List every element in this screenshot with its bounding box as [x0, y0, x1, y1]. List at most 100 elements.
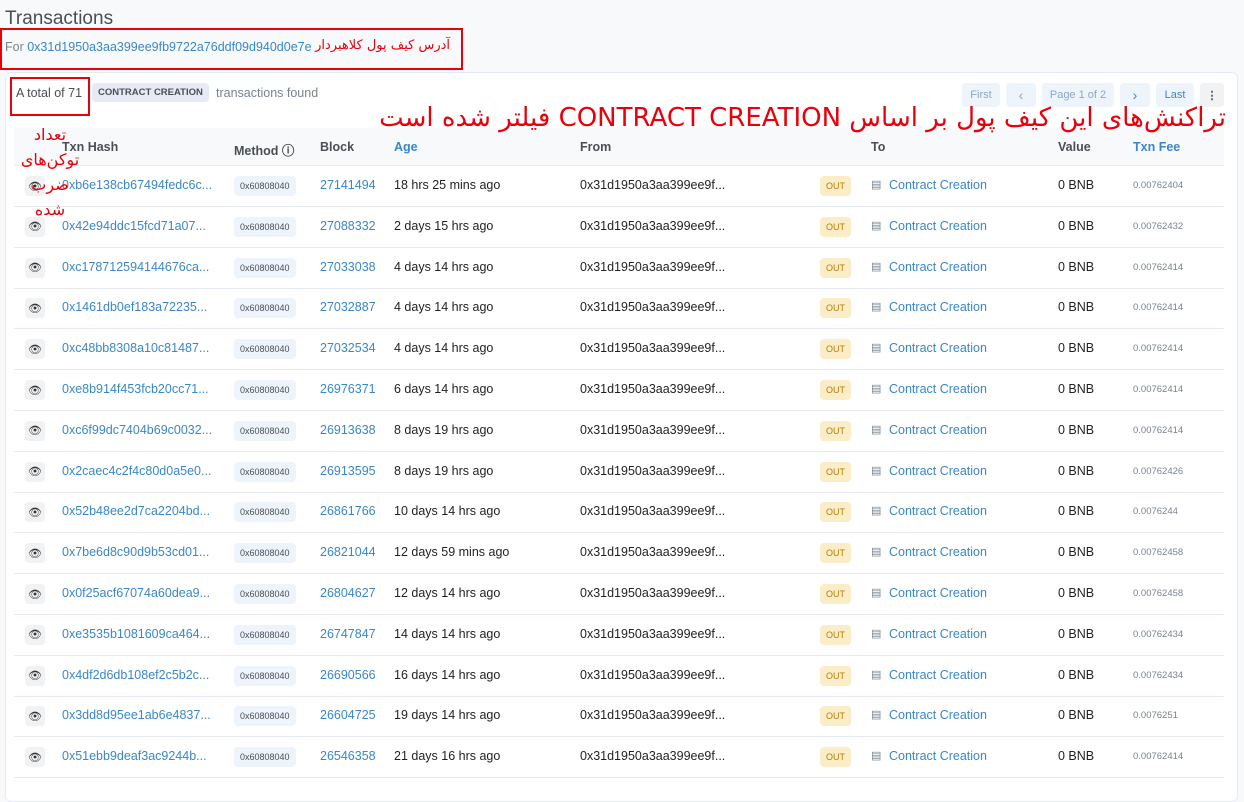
to-link[interactable]: Contract Creation [889, 178, 987, 192]
eye-icon[interactable]: 👁 [25, 665, 45, 686]
direction-badge: OUT [820, 176, 851, 196]
to-link[interactable]: Contract Creation [889, 668, 987, 682]
txn-hash-link[interactable]: 0x4df2d6db108ef2c5b2c... [62, 668, 209, 682]
contract-icon: ▤ [871, 627, 882, 640]
txn-hash-link[interactable]: 0x2caec4c2f4c80d0a5e0... [62, 464, 211, 478]
direction-badge: OUT [820, 502, 851, 523]
to-link[interactable]: Contract Creation [889, 586, 987, 600]
txn-hash-link[interactable]: 0xe3535b1081609ca464... [62, 627, 210, 641]
col-age[interactable]: Age [394, 140, 418, 154]
block-link[interactable]: 26913638 [320, 423, 376, 437]
from-address: 0x31d1950a3aa399ee9f... [580, 626, 726, 641]
block-link[interactable]: 26690566 [320, 668, 376, 682]
contract-icon: ▤ [871, 668, 882, 681]
to-link[interactable]: Contract Creation [889, 749, 987, 763]
txn-fee: 0.00762404 [1133, 180, 1184, 191]
to-link[interactable]: Contract Creation [889, 504, 987, 518]
txn-hash-link[interactable]: 0xc6f99dc7404b69c0032... [62, 423, 212, 437]
block-link[interactable]: 27033038 [320, 260, 376, 274]
table-row: 👁 0x51ebb9deaf3ac9244b... 0x60808040 265… [14, 737, 1224, 779]
eye-icon[interactable]: 👁 [25, 706, 45, 727]
age: 18 hrs 25 mins ago [394, 178, 501, 192]
col-from: From [580, 140, 612, 154]
to-link[interactable]: Contract Creation [889, 708, 987, 722]
txn-hash-link[interactable]: 0x51ebb9deaf3ac9244b... [62, 749, 207, 763]
direction-badge: OUT [820, 216, 851, 237]
direction-badge: OUT [820, 380, 851, 400]
age: 4 days 14 hrs ago [394, 341, 494, 356]
txn-fee: 0.00762414 [1133, 261, 1184, 273]
value: 0 BNB [1058, 626, 1095, 641]
to-link[interactable]: Contract Creation [889, 341, 987, 355]
txn-hash-link[interactable]: 0x0f25acf67074a60dea9... [62, 586, 210, 600]
block-link[interactable]: 26747847 [320, 627, 376, 641]
to-link[interactable]: Contract Creation [889, 627, 987, 641]
age: 8 days 19 hrs ago [394, 422, 494, 437]
to-link[interactable]: Contract Creation [889, 219, 987, 233]
block-link[interactable]: 27032887 [320, 300, 376, 314]
col-txn-fee[interactable]: Txn Fee [1133, 140, 1180, 154]
col-block: Block [320, 140, 355, 154]
eye-icon[interactable]: 👁 [25, 339, 45, 360]
to-link[interactable]: Contract Creation [889, 382, 987, 396]
table-row: 👁 0x42e94ddc15fcd71a07... 0x60808040 270… [14, 207, 1224, 248]
eye-icon[interactable]: 👁 [25, 543, 45, 564]
filter-badge[interactable]: CONTRACT CREATION [92, 83, 209, 102]
txn-fee: 0.00762414 [1133, 343, 1184, 355]
to-link[interactable]: Contract Creation [889, 545, 987, 559]
block-link[interactable]: 27088332 [320, 219, 376, 233]
block-link[interactable]: 26546358 [320, 749, 376, 763]
block-link[interactable]: 27141494 [320, 178, 376, 192]
block-link[interactable]: 26604725 [320, 708, 376, 722]
to-link[interactable]: Contract Creation [889, 423, 987, 437]
txn-fee: 0.00762414 [1133, 424, 1184, 436]
value: 0 BNB [1058, 218, 1095, 233]
contract-icon: ▤ [871, 750, 882, 763]
eye-icon[interactable]: 👁 [25, 584, 45, 604]
txn-hash-link[interactable]: 0xc178712594144676ca... [62, 260, 209, 274]
method-badge: 0x60808040 [234, 624, 296, 645]
eye-icon[interactable]: 👁 [25, 380, 45, 400]
txn-fee: 0.00762426 [1133, 465, 1184, 477]
eye-icon[interactable]: 👁 [25, 624, 45, 645]
block-link[interactable]: 26861766 [320, 504, 376, 518]
found-label: transactions found [216, 86, 319, 100]
block-link[interactable]: 27032534 [320, 341, 376, 355]
table-row: 👁 0xb6e138cb67494fedc6c... 0x60808040 27… [14, 166, 1224, 207]
value: 0 BNB [1058, 586, 1095, 600]
txn-hash-link[interactable]: 0x7be6d8c90d9b53cd01... [62, 545, 209, 559]
eye-icon[interactable]: 👁 [25, 257, 45, 278]
method-badge: 0x60808040 [234, 747, 296, 768]
from-address: 0x31d1950a3aa399ee9f... [580, 259, 726, 274]
eye-icon[interactable]: 👁 [25, 502, 45, 523]
txn-hash-link[interactable]: 0x52b48ee2d7ca2204bd... [62, 504, 210, 518]
age: 4 days 14 hrs ago [394, 259, 494, 274]
direction-badge: OUT [820, 420, 851, 441]
contract-icon: ▤ [871, 587, 882, 599]
direction-badge: OUT [820, 257, 851, 278]
age: 10 days 14 hrs ago [394, 504, 501, 519]
block-link[interactable]: 26913595 [320, 464, 376, 478]
block-link[interactable]: 26976371 [320, 382, 376, 396]
value: 0 BNB [1058, 178, 1095, 192]
eye-icon[interactable]: 👁 [25, 747, 45, 768]
eye-icon[interactable]: 👁 [25, 461, 45, 482]
txn-hash-link[interactable]: 0x3dd8d95ee1ab6e4837... [62, 708, 211, 722]
table-row: 👁 0x4df2d6db108ef2c5b2c... 0x60808040 26… [14, 656, 1224, 697]
eye-icon[interactable]: 👁 [25, 298, 45, 319]
to-link[interactable]: Contract Creation [889, 300, 987, 314]
to-link[interactable]: Contract Creation [889, 464, 987, 478]
txn-hash-link[interactable]: 0x1461db0ef183a72235... [62, 300, 207, 314]
txn-fee: 0.00762434 [1133, 628, 1184, 640]
txn-hash-link[interactable]: 0xe8b914f453fcb20cc71... [62, 382, 209, 396]
to-link[interactable]: Contract Creation [889, 260, 987, 274]
direction-badge: OUT [820, 665, 851, 686]
method-badge: 0x60808040 [234, 298, 296, 319]
txn-hash-link[interactable]: 0xc48bb8308a10c81487... [62, 341, 209, 355]
txn-fee: 0.00762458 [1133, 547, 1184, 559]
block-link[interactable]: 26821044 [320, 545, 376, 559]
block-link[interactable]: 26804627 [320, 586, 376, 600]
eye-icon[interactable]: 👁 [25, 420, 45, 441]
value: 0 BNB [1058, 504, 1095, 519]
table-row: 👁 0x2caec4c2f4c80d0a5e0... 0x60808040 26… [14, 452, 1224, 493]
